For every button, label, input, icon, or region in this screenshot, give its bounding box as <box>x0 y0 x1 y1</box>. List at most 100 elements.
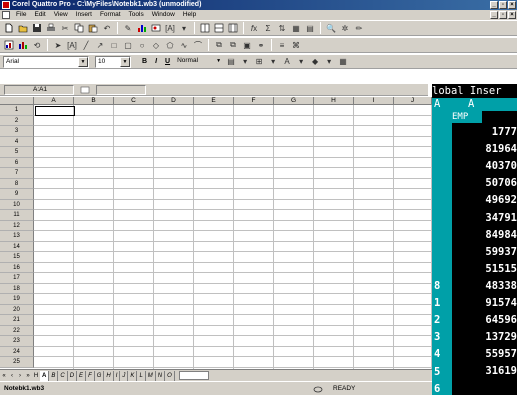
line-tool-icon[interactable]: ╱ <box>80 39 92 51</box>
sheet-nav-button[interactable]: » <box>24 371 32 381</box>
sheet-tab-j[interactable]: J <box>120 370 129 381</box>
sheet-tab-k[interactable]: K <box>128 370 138 381</box>
menu-tools[interactable]: Tools <box>125 10 148 20</box>
table-icon[interactable]: ▤ <box>304 22 316 34</box>
formula-input[interactable] <box>96 85 146 95</box>
rounded-rect-tool-icon[interactable]: ▢ <box>122 39 134 51</box>
fill-color-icon[interactable]: ◆ <box>309 56 321 68</box>
sheet-nav-button[interactable]: ‹ <box>8 371 16 381</box>
row-header-21[interactable]: 21 <box>0 315 34 326</box>
chevron-down-icon[interactable]: ▼ <box>78 56 88 67</box>
dropdown-arrow-icon[interactable]: ▾ <box>178 22 190 34</box>
ellipse-tool-icon[interactable]: ○ <box>136 39 148 51</box>
text-color-icon[interactable]: A <box>281 56 293 68</box>
chevron-down-icon[interactable]: ▼ <box>216 56 221 66</box>
dropdown-arrow-icon[interactable]: ▾ <box>323 56 335 68</box>
insert-object-icon[interactable] <box>150 22 162 34</box>
expert-icon[interactable]: ✲ <box>339 22 351 34</box>
row-header-10[interactable]: 10 <box>0 199 34 210</box>
sheet-tab-a[interactable]: A <box>40 370 50 381</box>
delete-cells-icon[interactable] <box>213 22 225 34</box>
row-header-24[interactable]: 24 <box>0 346 34 357</box>
copy-icon[interactable] <box>73 22 85 34</box>
insert-cells-icon[interactable] <box>199 22 211 34</box>
sheet-nav-button[interactable]: « <box>0 371 8 381</box>
doc-minimize-button[interactable]: _ <box>490 11 498 19</box>
save-icon[interactable] <box>31 22 43 34</box>
menu-window[interactable]: Window <box>148 10 179 20</box>
column-header-e[interactable]: E <box>194 97 234 105</box>
sheet-tab-g[interactable]: G <box>95 370 105 381</box>
chevron-down-icon[interactable]: ▼ <box>120 56 130 67</box>
pencil-icon[interactable]: ✏ <box>353 22 365 34</box>
spreadsheet-icon[interactable]: ▦ <box>290 22 302 34</box>
alignment-icon[interactable]: ▤ <box>225 56 237 68</box>
row-header-23[interactable]: 23 <box>0 336 34 347</box>
sheet-tab-o[interactable]: O <box>165 370 175 381</box>
text-box-icon[interactable]: [A] <box>164 22 176 34</box>
column-header-b[interactable]: B <box>74 97 114 105</box>
row-header-11[interactable]: 11 <box>0 210 34 221</box>
align-icon[interactable]: ≡ <box>276 39 288 51</box>
border-icon[interactable]: ⊞ <box>253 56 265 68</box>
bar-chart-icon[interactable] <box>17 39 29 51</box>
spreadsheet-grid[interactable]: A B C D E F G H I J 1 2 3 4 5 6 7 8 9 10 11 12 13 14 15 16 17 18 19 2… <box>0 97 432 369</box>
zoom-icon[interactable]: 🔍 <box>325 22 337 34</box>
row-header-7[interactable]: 7 <box>0 168 34 179</box>
row-header-2[interactable]: 2 <box>0 115 34 126</box>
cut-icon[interactable]: ✂ <box>59 22 71 34</box>
chart-toolbar-icon[interactable] <box>3 39 15 51</box>
row-header-9[interactable]: 9 <box>0 189 34 200</box>
menu-file[interactable]: File <box>12 10 30 20</box>
freehand-tool-icon[interactable]: ∿ <box>178 39 190 51</box>
sort-icon[interactable]: ⇅ <box>276 22 288 34</box>
row-header-8[interactable]: 8 <box>0 178 34 189</box>
rectangle-tool-icon[interactable]: □ <box>108 39 120 51</box>
open-folder-icon[interactable] <box>17 22 29 34</box>
bold-button[interactable]: B <box>139 56 150 68</box>
row-header-25[interactable]: 25 <box>0 357 34 368</box>
menu-help[interactable]: Help <box>179 10 200 20</box>
select-arrow-icon[interactable]: ➤ <box>52 39 64 51</box>
underline-button[interactable]: U <box>162 56 173 68</box>
active-cell-a1[interactable] <box>35 106 75 116</box>
menu-view[interactable]: View <box>50 10 72 20</box>
sheet-tab-d[interactable]: D <box>68 370 78 381</box>
dropdown-arrow-icon[interactable]: ▾ <box>239 56 251 68</box>
print-icon[interactable] <box>45 22 57 34</box>
row-header-14[interactable]: 14 <box>0 241 34 252</box>
fit-cells-icon[interactable] <box>227 22 239 34</box>
row-header-6[interactable]: 6 <box>0 157 34 168</box>
app-icon[interactable] <box>2 1 10 9</box>
sheet-tab-l[interactable]: L <box>137 370 146 381</box>
rotate-icon[interactable]: ⟲ <box>31 39 43 51</box>
row-header-16[interactable]: 16 <box>0 262 34 273</box>
column-header-a[interactable]: A <box>34 97 74 105</box>
sheet-tab-i[interactable]: I <box>114 370 121 381</box>
row-header-13[interactable]: 13 <box>0 231 34 242</box>
sheet-tab-n[interactable]: N <box>156 370 166 381</box>
row-header-4[interactable]: 4 <box>0 136 34 147</box>
row-header-3[interactable]: 3 <box>0 126 34 137</box>
sheet-nav-button[interactable]: H <box>32 371 40 381</box>
row-header-22[interactable]: 22 <box>0 325 34 336</box>
row-header-15[interactable]: 15 <box>0 252 34 263</box>
column-header-j[interactable]: J <box>394 97 432 105</box>
new-file-icon[interactable] <box>3 22 15 34</box>
minimize-button[interactable]: _ <box>490 1 498 9</box>
send-back-icon[interactable]: ⧉ <box>227 39 239 51</box>
row-header-5[interactable]: 5 <box>0 147 34 158</box>
row-header-20[interactable]: 20 <box>0 304 34 315</box>
close-button[interactable]: × <box>508 1 516 9</box>
menu-insert[interactable]: Insert <box>72 10 96 20</box>
column-header-g[interactable]: G <box>274 97 314 105</box>
row-header-18[interactable]: 18 <box>0 283 34 294</box>
chart-icon[interactable] <box>136 22 148 34</box>
doc-restore-button[interactable]: ▫ <box>499 11 507 19</box>
dropdown-arrow-icon[interactable]: ▾ <box>295 56 307 68</box>
font-select[interactable]: Arial ▼ <box>3 55 89 68</box>
link-icon[interactable]: ⚭ <box>255 39 267 51</box>
menu-format[interactable]: Format <box>96 10 125 20</box>
column-header-d[interactable]: D <box>154 97 194 105</box>
cell-reference-box[interactable]: A:A1 <box>4 85 74 95</box>
